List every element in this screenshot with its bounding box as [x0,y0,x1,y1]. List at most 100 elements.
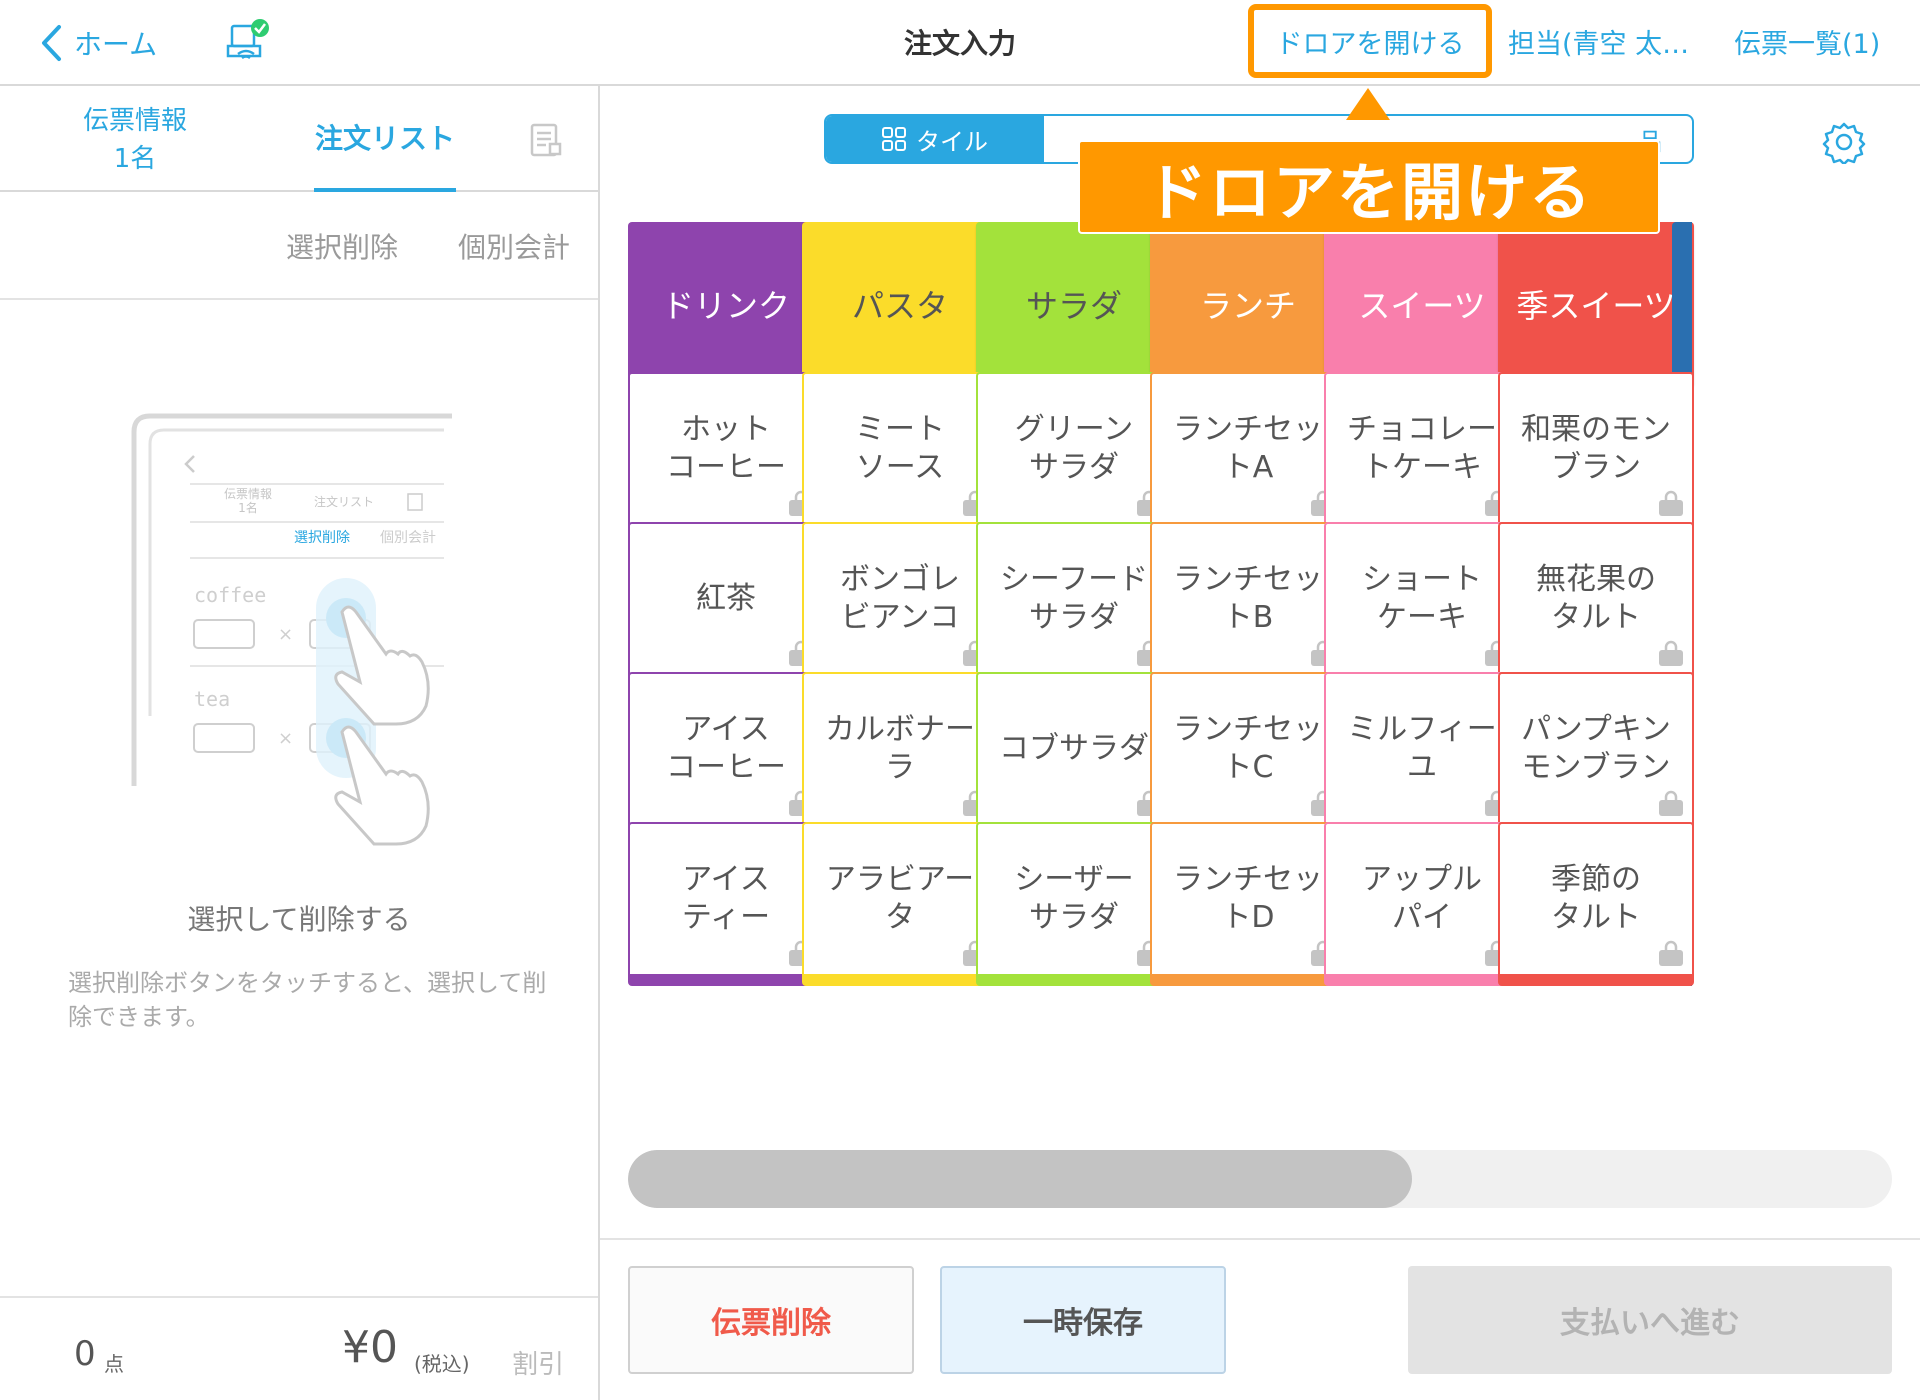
hold-order-button[interactable]: 一時保存 [940,1266,1226,1374]
svg-text:×: × [278,728,293,749]
product-tile[interactable]: 無花果の タルト [1498,522,1694,686]
back-button[interactable]: ホーム [40,18,157,68]
order-actions: 選択削除 個別会計 [0,192,598,300]
product-tile[interactable]: ランチセッ トD [1150,822,1346,986]
product-name: カルボナー ラ [825,712,975,785]
product-tile[interactable]: コブサラダ [976,672,1172,836]
product-tile[interactable]: ショート ケーキ [1324,522,1520,686]
slip-list-link[interactable]: 伝票一覧(1) [1734,22,1880,61]
left-tabs: 伝票情報 1名 注文リスト [0,86,598,192]
takeout-bag-icon [1659,640,1683,666]
staff-selector[interactable]: 担当(青空 太… [1508,22,1704,61]
product-tile[interactable]: ランチセッ トA [1150,372,1346,536]
printer-connected-icon[interactable] [226,18,272,64]
product-tile[interactable]: グリーン サラダ [976,372,1172,536]
product-name: 無花果の タルト [1536,562,1656,635]
view-tile-label: タイル [916,127,988,156]
illus-item-coffee: coffee [194,583,266,607]
product-tile[interactable]: カルボナー ラ [802,672,998,836]
product-tile[interactable]: パンプキン モンブラン [1498,672,1694,836]
order-summary: 0 点 ¥0 (税込) 割引 [0,1296,598,1400]
discount-button[interactable]: 割引 [512,1344,564,1381]
product-tile[interactable]: シーフード サラダ [976,522,1172,686]
product-tile[interactable]: ミルフィー ユ [1324,672,1520,836]
product-name: ボンゴレ ビアンコ [840,562,960,635]
product-name: ショート ケーキ [1362,562,1482,635]
order-total: ¥0 [342,1322,398,1373]
illus-tab-info: 伝票情報 [224,487,272,501]
product-name: ミルフィー ユ [1347,712,1497,785]
product-tile[interactable]: アラビアー タ [802,822,998,986]
product-tile[interactable]: 紅茶 [628,522,824,686]
item-count: 0 [74,1334,96,1374]
tab-order-list[interactable]: 注文リスト [314,86,456,192]
callout-arrow [1346,88,1390,120]
open-drawer-button[interactable]: ドロアを開ける [1248,4,1492,78]
product-tile[interactable]: チョコレー トケーキ [1324,372,1520,536]
tab-slip-info-label: 伝票情報 [82,106,187,136]
product-name: 和栗のモン ブラン [1521,412,1671,485]
tax-included-label: (税込) [414,1352,470,1376]
product-name: グリーン サラダ [1014,412,1134,485]
product-tile[interactable]: 季節の タルト [1498,822,1694,986]
product-name: コブサラダ [999,731,1149,766]
tab-slip-info-guests: 1名 [113,144,157,174]
empty-hint-body: 選択削除ボタンをタッチすると、選択して削除できます。 [68,969,547,1031]
product-tile[interactable]: アップル パイ [1324,822,1520,986]
product-tile[interactable]: アイス ティー [628,822,824,986]
illus-tab-orders: 注文リスト [314,494,374,509]
order-entry-screen: ホーム 注文入力 ドロアを開ける 担当(青空 太… 伝票一覧(1) 伝票情報 1… [0,0,1920,1400]
illus-select-delete: 選択削除 [294,530,350,546]
product-name: アイス コーヒー [666,712,786,785]
tab-slip-info[interactable]: 伝票情報 1名 [60,102,210,178]
screen-title: 注文入力 [903,27,1016,60]
settings-gear-icon[interactable] [1822,120,1866,166]
illus-tab-info-sub: 1名 [238,500,258,515]
product-name: ミート ソース [855,412,945,485]
product-tile[interactable]: ランチセッ トB [1150,522,1346,686]
next-column-tile[interactable] [1672,222,1692,386]
product-name: ランチセッ トD [1173,862,1323,935]
view-tile-option[interactable]: タイル [826,116,1044,162]
select-delete-button[interactable]: 選択削除 [286,226,398,266]
product-tile[interactable]: ボンゴレ ビアンコ [802,522,998,686]
product-tile[interactable]: ミート ソース [802,372,998,536]
product-tile[interactable]: アイス コーヒー [628,672,824,836]
product-name: シーフード サラダ [999,562,1149,635]
product-tile[interactable]: ホット コーヒー [628,372,824,536]
product-name: ランチセッ トC [1173,712,1323,785]
product-name: 紅茶 [696,581,756,616]
product-grid: ドリンク パスタ サラダ ランチ スイーツ 季スイーツホット コーヒー ミート ソース グリー… [628,222,1920,1122]
product-name: アラビアー タ [825,862,975,935]
scrollbar-thumb[interactable] [628,1150,1412,1208]
product-tile[interactable]: 和栗のモン ブラン [1498,372,1694,536]
product-tile[interactable]: ランチセッ トC [1150,672,1346,836]
product-name: ランチセッ トA [1173,412,1323,485]
split-bill-button[interactable]: 個別会計 [458,226,570,266]
category-tile[interactable]: スイーツ [1324,222,1520,386]
product-name: アイス ティー [681,862,771,935]
product-name: チョコレー トケーキ [1347,412,1497,485]
proceed-to-payment-button[interactable]: 支払いへ進む [1408,1266,1892,1374]
delete-slip-button[interactable]: 伝票削除 [628,1266,914,1374]
product-name: パンプキン モンブラン [1521,712,1671,785]
bottom-divider [600,1238,1920,1240]
takeout-bag-icon [1659,790,1683,816]
category-tile[interactable]: パスタ [802,222,998,386]
category-tile[interactable]: ドリンク [628,222,824,386]
category-tile[interactable]: ランチ [1150,222,1346,386]
chevron-left-icon [40,18,74,68]
back-label: ホーム [74,28,158,61]
svg-text:×: × [278,624,293,645]
item-count-unit: 点 [104,1352,124,1376]
receipt-icon[interactable] [528,122,564,158]
product-name: 季節の タルト [1551,862,1641,935]
category-tile[interactable]: サラダ [976,222,1172,386]
category-tile[interactable]: 季スイーツ [1498,222,1694,386]
order-list-panel: 伝票情報 1名 注文リスト 選択削除 個別会計 伝票情報 1名 注文リスト 選択… [0,86,600,1400]
horizontal-scrollbar[interactable] [628,1150,1892,1208]
product-tile[interactable]: シーザー サラダ [976,822,1172,986]
takeout-bag-icon [1659,490,1683,516]
empty-hint-title: 選択して削除する [187,903,411,936]
top-bar: ホーム 注文入力 ドロアを開ける 担当(青空 太… 伝票一覧(1) [0,0,1920,86]
